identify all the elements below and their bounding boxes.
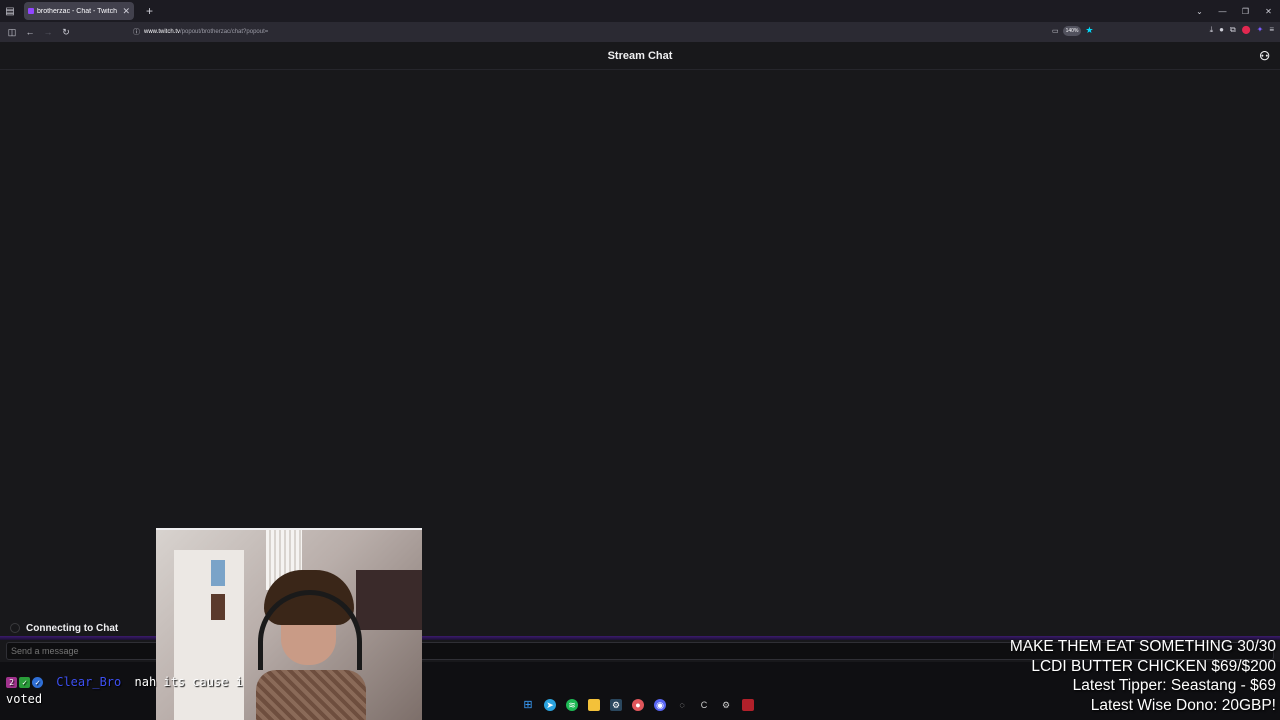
new-tab-button[interactable]: + [146, 4, 153, 18]
loading-spinner-icon [10, 623, 20, 633]
site-info-icon[interactable]: ⓘ [133, 27, 140, 37]
minimize-icon[interactable]: — [1211, 7, 1234, 16]
user-badges: 2 ✓ ✓ [6, 677, 43, 688]
twitch-favicon-icon [28, 8, 34, 14]
bookmark-star-icon[interactable]: ★ [1085, 25, 1093, 36]
app-icon[interactable]: ● [632, 699, 644, 711]
browser-nav-bar: ◫ ← → ↻ ⓘ www.twitch.tv /popout/brotherz… [0, 22, 1280, 42]
goal-line: LCDI BUTTER CHICKEN $69/$200 [1031, 657, 1276, 675]
chevron-down-icon[interactable]: ⌄ [1188, 7, 1211, 16]
streamer [256, 570, 366, 720]
spotify-icon[interactable]: ≋ [566, 699, 578, 711]
ublock-icon[interactable]: ⬤ [1242, 25, 1251, 35]
zoom-level[interactable]: 140% [1062, 25, 1082, 36]
account-icon[interactable]: ● [1219, 25, 1224, 35]
extensions-icon[interactable]: ⧉ [1230, 25, 1236, 35]
stream-stats-overlay: MAKE THEM EAT SOMETHING 30/30 LCDI BUTTE… [1010, 637, 1276, 715]
toolbar-icons: ⤓ ● ⧉ ⬤ ✦ ≡ [1210, 25, 1274, 35]
settings-icon[interactable]: ⚙ [720, 699, 732, 711]
browser-tab[interactable]: brotherzac - Chat - Twitch ✕ [24, 2, 134, 20]
url-host: www.twitch.tv [144, 29, 181, 35]
latest-tipper: Latest Tipper: Seastang - $69 [1072, 677, 1276, 694]
restore-icon[interactable]: ❐ [1234, 7, 1257, 16]
forward-icon[interactable]: → [39, 27, 57, 37]
window-controls: ⌄ — ❐ ✕ [1188, 0, 1280, 22]
browser-icon[interactable]: ◌ [676, 699, 688, 711]
folder-icon[interactable] [588, 699, 600, 711]
overlay-chat-message: 2 ✓ ✓ Clear_Bro nah its cause i voted [6, 674, 266, 708]
steam-icon[interactable]: ⚙ [610, 699, 622, 711]
close-window-icon[interactable]: ✕ [1257, 7, 1280, 16]
sub-badge: 2 [6, 677, 17, 688]
community-users-icon[interactable]: ⚇ [1259, 49, 1270, 63]
menu-icon[interactable]: ≡ [1269, 25, 1274, 35]
chat-header: Stream Chat ⚇ [0, 42, 1280, 70]
url-bar[interactable]: ⓘ www.twitch.tv /popout/brotherzac/chat?… [133, 24, 1113, 40]
latest-dono: Latest Wise Dono: 20GBP! [1090, 696, 1276, 714]
webcam-poster [211, 594, 225, 620]
connecting-status: Connecting to Chat [26, 622, 119, 634]
app2-icon[interactable] [742, 699, 754, 711]
telegram-icon[interactable]: ➤ [544, 699, 556, 711]
back-icon[interactable]: ← [21, 27, 39, 37]
discord-icon[interactable]: ◉ [654, 699, 666, 711]
goal-line: MAKE THEM EAT SOMETHING 30/30 [1009, 638, 1276, 655]
browser-tab-bar: ▤ brotherzac - Chat - Twitch ✕ + ⌄ — ❐ ✕ [0, 0, 1280, 22]
extension-icon[interactable]: ✦ [1257, 25, 1264, 35]
url-path: /popout/brotherzac/chat?popout= [180, 29, 269, 35]
downloads-icon[interactable]: ⤓ [1210, 25, 1214, 35]
webcam-poster [211, 560, 225, 586]
checkmark-badge-icon: ✓ [19, 677, 30, 688]
url-bar-actions: ▭ 140% ★ [1052, 25, 1094, 36]
sidebar-icon[interactable]: ◫ [3, 27, 21, 38]
tab-list-icon[interactable]: ▤ [0, 0, 20, 22]
tab-title: brotherzac - Chat - Twitch [37, 7, 118, 15]
taskbar: ⊞ ➤ ≋ ⚙ ● ◉ ◌ C ⚙ [522, 699, 754, 711]
ccleaner-icon[interactable]: C [698, 699, 710, 711]
message-username: Clear_Bro [56, 675, 122, 689]
tab-close-icon[interactable]: ✕ [122, 6, 130, 17]
chat-title: Stream Chat [607, 49, 673, 62]
verified-badge-icon: ✓ [32, 677, 43, 688]
streamer-shirt [256, 670, 366, 720]
reload-icon[interactable]: ↻ [57, 27, 75, 38]
reader-view-icon[interactable]: ▭ [1052, 27, 1059, 35]
windows-icon[interactable]: ⊞ [522, 699, 534, 711]
